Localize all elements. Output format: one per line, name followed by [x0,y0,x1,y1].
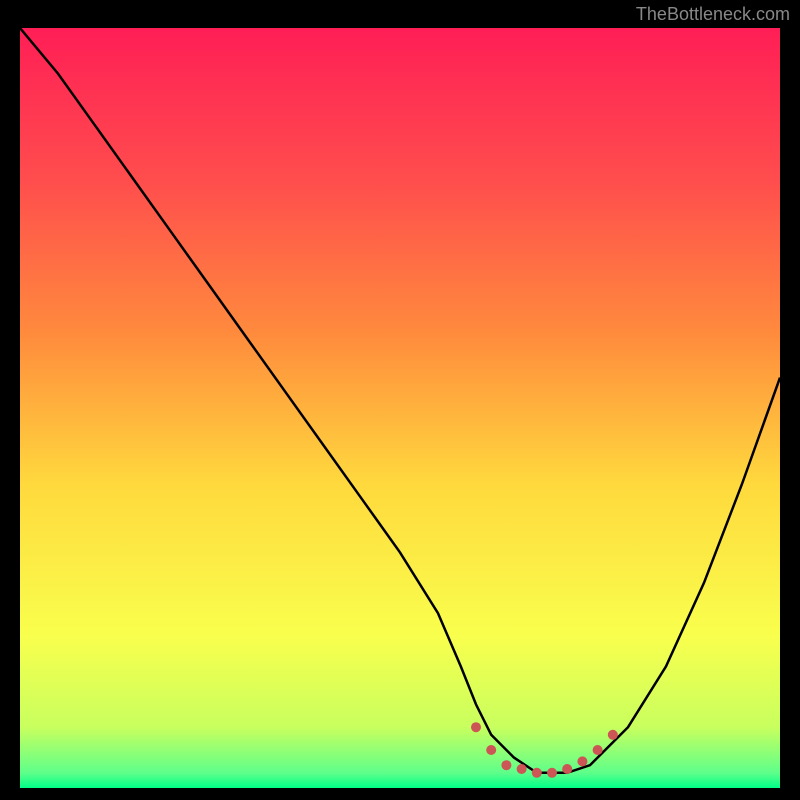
marker-dot [593,745,603,755]
marker-dot [562,764,572,774]
marker-dot [532,768,542,778]
marker-dot [608,730,618,740]
watermark-text: TheBottleneck.com [636,4,790,25]
marker-dot [486,745,496,755]
marker-dot [471,722,481,732]
chart-area [20,28,780,788]
marker-dot [501,760,511,770]
marker-dot [577,756,587,766]
marker-dot [547,768,557,778]
optimal-range-markers [20,28,780,788]
marker-dot [517,764,527,774]
